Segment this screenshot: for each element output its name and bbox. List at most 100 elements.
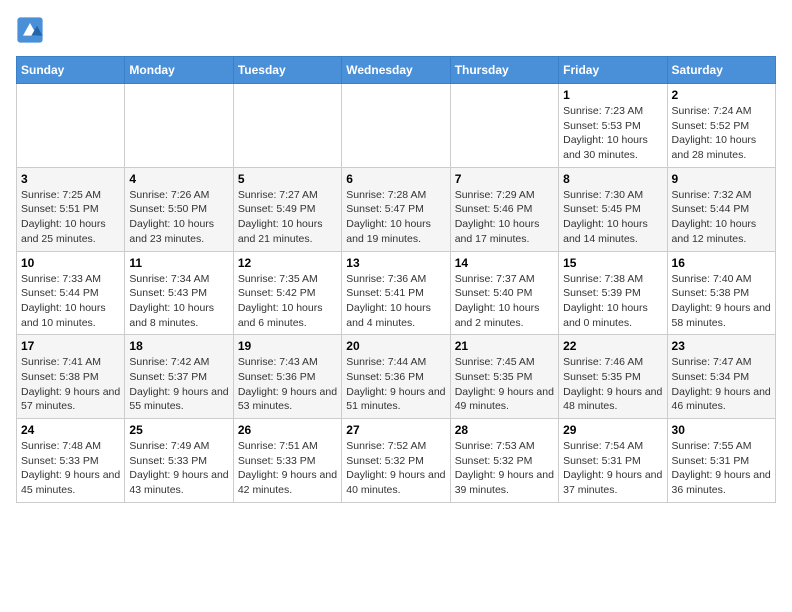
calendar-cell (233, 84, 341, 168)
day-number: 1 (563, 88, 662, 102)
day-number: 5 (238, 172, 337, 186)
calendar-cell: 19 Sunrise: 7:43 AMSunset: 5:36 PMDayligh… (233, 335, 341, 419)
weekday-header: Sunday (17, 57, 125, 84)
calendar-cell: 25 Sunrise: 7:49 AMSunset: 5:33 PMDayligh… (125, 419, 233, 503)
day-number: 11 (129, 256, 228, 270)
day-info: Sunrise: 7:42 AMSunset: 5:37 PMDaylight:… (129, 355, 228, 414)
day-number: 16 (672, 256, 771, 270)
calendar-cell: 2 Sunrise: 7:24 AMSunset: 5:52 PMDaylight… (667, 84, 775, 168)
calendar-cell (125, 84, 233, 168)
weekday-header: Wednesday (342, 57, 450, 84)
day-info: Sunrise: 7:33 AMSunset: 5:44 PMDaylight:… (21, 272, 120, 331)
day-number: 21 (455, 339, 554, 353)
day-number: 28 (455, 423, 554, 437)
day-info: Sunrise: 7:46 AMSunset: 5:35 PMDaylight:… (563, 355, 662, 414)
day-info: Sunrise: 7:47 AMSunset: 5:34 PMDaylight:… (672, 355, 771, 414)
day-number: 29 (563, 423, 662, 437)
calendar-cell: 26 Sunrise: 7:51 AMSunset: 5:33 PMDayligh… (233, 419, 341, 503)
day-info: Sunrise: 7:23 AMSunset: 5:53 PMDaylight:… (563, 104, 662, 163)
calendar-cell: 29 Sunrise: 7:54 AMSunset: 5:31 PMDayligh… (559, 419, 667, 503)
calendar-cell: 7 Sunrise: 7:29 AMSunset: 5:46 PMDaylight… (450, 167, 558, 251)
day-info: Sunrise: 7:37 AMSunset: 5:40 PMDaylight:… (455, 272, 554, 331)
day-number: 12 (238, 256, 337, 270)
calendar-cell: 28 Sunrise: 7:53 AMSunset: 5:32 PMDayligh… (450, 419, 558, 503)
calendar-cell: 5 Sunrise: 7:27 AMSunset: 5:49 PMDaylight… (233, 167, 341, 251)
day-info: Sunrise: 7:36 AMSunset: 5:41 PMDaylight:… (346, 272, 445, 331)
calendar-cell: 11 Sunrise: 7:34 AMSunset: 5:43 PMDayligh… (125, 251, 233, 335)
day-number: 3 (21, 172, 120, 186)
day-number: 9 (672, 172, 771, 186)
day-info: Sunrise: 7:30 AMSunset: 5:45 PMDaylight:… (563, 188, 662, 247)
calendar-cell: 8 Sunrise: 7:30 AMSunset: 5:45 PMDaylight… (559, 167, 667, 251)
day-info: Sunrise: 7:28 AMSunset: 5:47 PMDaylight:… (346, 188, 445, 247)
day-number: 20 (346, 339, 445, 353)
day-number: 19 (238, 339, 337, 353)
calendar-cell: 21 Sunrise: 7:45 AMSunset: 5:35 PMDayligh… (450, 335, 558, 419)
calendar-cell: 17 Sunrise: 7:41 AMSunset: 5:38 PMDayligh… (17, 335, 125, 419)
calendar-cell: 30 Sunrise: 7:55 AMSunset: 5:31 PMDayligh… (667, 419, 775, 503)
weekday-header: Monday (125, 57, 233, 84)
weekday-header: Thursday (450, 57, 558, 84)
logo-icon (16, 16, 44, 44)
day-info: Sunrise: 7:29 AMSunset: 5:46 PMDaylight:… (455, 188, 554, 247)
day-info: Sunrise: 7:44 AMSunset: 5:36 PMDaylight:… (346, 355, 445, 414)
day-number: 17 (21, 339, 120, 353)
calendar-cell: 24 Sunrise: 7:48 AMSunset: 5:33 PMDayligh… (17, 419, 125, 503)
calendar-week-row: 10 Sunrise: 7:33 AMSunset: 5:44 PMDayligh… (17, 251, 776, 335)
day-info: Sunrise: 7:55 AMSunset: 5:31 PMDaylight:… (672, 439, 771, 498)
calendar-cell: 23 Sunrise: 7:47 AMSunset: 5:34 PMDayligh… (667, 335, 775, 419)
calendar-week-row: 17 Sunrise: 7:41 AMSunset: 5:38 PMDayligh… (17, 335, 776, 419)
calendar-cell: 1 Sunrise: 7:23 AMSunset: 5:53 PMDaylight… (559, 84, 667, 168)
calendar-cell: 16 Sunrise: 7:40 AMSunset: 5:38 PMDayligh… (667, 251, 775, 335)
calendar-cell (342, 84, 450, 168)
day-info: Sunrise: 7:25 AMSunset: 5:51 PMDaylight:… (21, 188, 120, 247)
day-number: 25 (129, 423, 228, 437)
page-header (16, 16, 776, 44)
day-number: 22 (563, 339, 662, 353)
weekday-header: Friday (559, 57, 667, 84)
weekday-header: Saturday (667, 57, 775, 84)
calendar-cell (450, 84, 558, 168)
calendar-header-row: SundayMondayTuesdayWednesdayThursdayFrid… (17, 57, 776, 84)
day-info: Sunrise: 7:41 AMSunset: 5:38 PMDaylight:… (21, 355, 120, 414)
day-number: 23 (672, 339, 771, 353)
day-info: Sunrise: 7:34 AMSunset: 5:43 PMDaylight:… (129, 272, 228, 331)
day-number: 15 (563, 256, 662, 270)
calendar-week-row: 24 Sunrise: 7:48 AMSunset: 5:33 PMDayligh… (17, 419, 776, 503)
day-info: Sunrise: 7:43 AMSunset: 5:36 PMDaylight:… (238, 355, 337, 414)
logo (16, 16, 48, 44)
day-info: Sunrise: 7:53 AMSunset: 5:32 PMDaylight:… (455, 439, 554, 498)
calendar-cell: 13 Sunrise: 7:36 AMSunset: 5:41 PMDayligh… (342, 251, 450, 335)
day-info: Sunrise: 7:49 AMSunset: 5:33 PMDaylight:… (129, 439, 228, 498)
calendar-cell: 3 Sunrise: 7:25 AMSunset: 5:51 PMDaylight… (17, 167, 125, 251)
day-number: 18 (129, 339, 228, 353)
day-info: Sunrise: 7:38 AMSunset: 5:39 PMDaylight:… (563, 272, 662, 331)
day-number: 8 (563, 172, 662, 186)
day-info: Sunrise: 7:40 AMSunset: 5:38 PMDaylight:… (672, 272, 771, 331)
day-number: 24 (21, 423, 120, 437)
day-info: Sunrise: 7:52 AMSunset: 5:32 PMDaylight:… (346, 439, 445, 498)
day-number: 10 (21, 256, 120, 270)
calendar-cell: 10 Sunrise: 7:33 AMSunset: 5:44 PMDayligh… (17, 251, 125, 335)
day-info: Sunrise: 7:27 AMSunset: 5:49 PMDaylight:… (238, 188, 337, 247)
calendar-cell: 27 Sunrise: 7:52 AMSunset: 5:32 PMDayligh… (342, 419, 450, 503)
day-number: 4 (129, 172, 228, 186)
calendar-cell: 22 Sunrise: 7:46 AMSunset: 5:35 PMDayligh… (559, 335, 667, 419)
calendar-cell: 14Sunrise: 7:37 AMSunset: 5:40 PMDayligh… (450, 251, 558, 335)
day-number: 27 (346, 423, 445, 437)
calendar-cell: 12Sunrise: 7:35 AMSunset: 5:42 PMDayligh… (233, 251, 341, 335)
day-info: Sunrise: 7:54 AMSunset: 5:31 PMDaylight:… (563, 439, 662, 498)
day-info: Sunrise: 7:24 AMSunset: 5:52 PMDaylight:… (672, 104, 771, 163)
day-info: Sunrise: 7:51 AMSunset: 5:33 PMDaylight:… (238, 439, 337, 498)
day-info: Sunrise: 7:32 AMSunset: 5:44 PMDaylight:… (672, 188, 771, 247)
calendar-week-row: 3 Sunrise: 7:25 AMSunset: 5:51 PMDaylight… (17, 167, 776, 251)
day-number: 26 (238, 423, 337, 437)
calendar-cell: 15 Sunrise: 7:38 AMSunset: 5:39 PMDayligh… (559, 251, 667, 335)
day-number: 13 (346, 256, 445, 270)
day-info: Sunrise: 7:48 AMSunset: 5:33 PMDaylight:… (21, 439, 120, 498)
day-number: 30 (672, 423, 771, 437)
day-info: Sunrise: 7:45 AMSunset: 5:35 PMDaylight:… (455, 355, 554, 414)
day-number: 7 (455, 172, 554, 186)
weekday-header: Tuesday (233, 57, 341, 84)
day-number: 2 (672, 88, 771, 102)
